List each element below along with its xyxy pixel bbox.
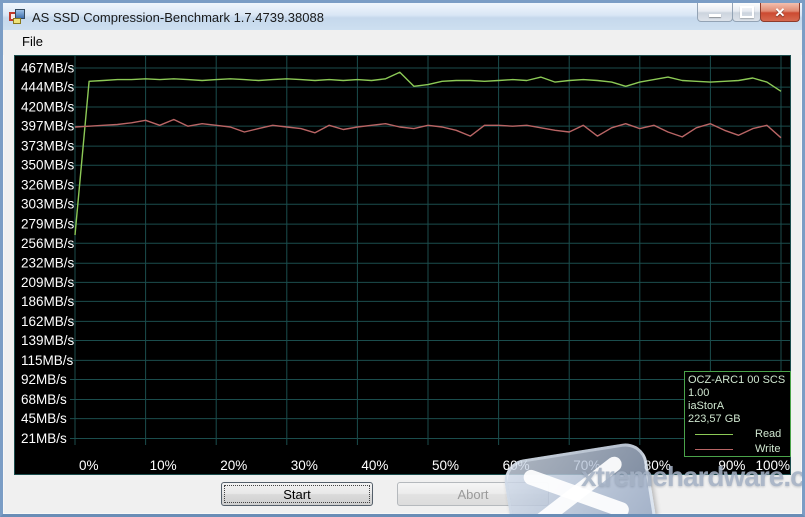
svg-text:50%: 50% bbox=[432, 458, 459, 473]
maximize-icon bbox=[740, 6, 754, 18]
window-title: AS SSD Compression-Benchmark 1.7.4739.38… bbox=[32, 9, 324, 25]
app-window: AS SSD Compression-Benchmark 1.7.4739.38… bbox=[0, 0, 805, 517]
svg-text:303MB/s: 303MB/s bbox=[21, 197, 75, 212]
close-icon: ✕ bbox=[775, 6, 786, 19]
minimize-icon bbox=[709, 14, 721, 17]
start-button[interactable]: Start bbox=[221, 482, 373, 506]
svg-text:467MB/s: 467MB/s bbox=[21, 61, 75, 76]
svg-text:115MB/s: 115MB/s bbox=[21, 353, 74, 368]
legend-firmware: 1.00 bbox=[688, 387, 790, 400]
watermark-text: xtremehardware.com bbox=[581, 461, 805, 493]
svg-text:30%: 30% bbox=[291, 458, 318, 473]
legend-device: OCZ-ARC1 00 SCS bbox=[688, 374, 790, 387]
svg-text:139MB/s: 139MB/s bbox=[21, 333, 75, 348]
minimize-button[interactable] bbox=[697, 3, 733, 22]
svg-text:68MB/s: 68MB/s bbox=[21, 392, 67, 407]
svg-text:444MB/s: 444MB/s bbox=[21, 80, 75, 95]
legend-series-label: Write bbox=[755, 443, 780, 456]
svg-text:350MB/s: 350MB/s bbox=[21, 158, 75, 173]
legend-series-row: Read bbox=[688, 427, 790, 441]
close-button[interactable]: ✕ bbox=[760, 3, 800, 22]
menu-bar: File bbox=[3, 30, 802, 55]
maximize-button[interactable] bbox=[732, 3, 761, 22]
svg-text:232MB/s: 232MB/s bbox=[21, 256, 75, 271]
legend-read-line-icon bbox=[695, 434, 733, 435]
legend-series-row: Write bbox=[688, 442, 790, 456]
svg-text:0%: 0% bbox=[79, 458, 99, 473]
svg-text:373MB/s: 373MB/s bbox=[21, 139, 75, 154]
legend-capacity: 223,57 GB bbox=[688, 413, 790, 426]
legend-series-list: Read Write bbox=[688, 427, 790, 456]
svg-text:45MB/s: 45MB/s bbox=[21, 411, 67, 426]
svg-text:21MB/s: 21MB/s bbox=[21, 431, 67, 446]
svg-text:397MB/s: 397MB/s bbox=[21, 119, 75, 134]
svg-text:92MB/s: 92MB/s bbox=[21, 372, 67, 387]
svg-text:209MB/s: 209MB/s bbox=[21, 275, 75, 290]
chart-legend: OCZ-ARC1 00 SCS 1.00 iaStorA 223,57 GB R… bbox=[684, 371, 791, 457]
svg-text:10%: 10% bbox=[150, 458, 177, 473]
legend-driver: iaStorA bbox=[688, 400, 790, 413]
svg-text:20%: 20% bbox=[220, 458, 247, 473]
svg-text:279MB/s: 279MB/s bbox=[21, 217, 75, 232]
app-icon-yellow-square bbox=[13, 18, 21, 24]
svg-text:420MB/s: 420MB/s bbox=[21, 100, 75, 115]
compression-chart: 467MB/s 444MB/s 420MB/s 397MB/s 373MB/s 350MB… bbox=[14, 55, 791, 475]
svg-text:186MB/s: 186MB/s bbox=[21, 294, 75, 309]
title-bar[interactable]: AS SSD Compression-Benchmark 1.7.4739.38… bbox=[3, 3, 802, 30]
svg-text:256MB/s: 256MB/s bbox=[21, 236, 75, 251]
menu-item-file[interactable]: File bbox=[16, 30, 49, 52]
window-controls: ✕ bbox=[698, 3, 800, 22]
svg-text:326MB/s: 326MB/s bbox=[21, 178, 75, 193]
legend-series-label: Read bbox=[755, 428, 781, 441]
svg-text:40%: 40% bbox=[361, 458, 388, 473]
svg-text:162MB/s: 162MB/s bbox=[21, 314, 75, 329]
app-icon bbox=[9, 9, 25, 25]
legend-write-line-icon bbox=[695, 449, 733, 450]
chart-panel: 467MB/s 444MB/s 420MB/s 397MB/s 373MB/s 350MB… bbox=[14, 55, 791, 475]
